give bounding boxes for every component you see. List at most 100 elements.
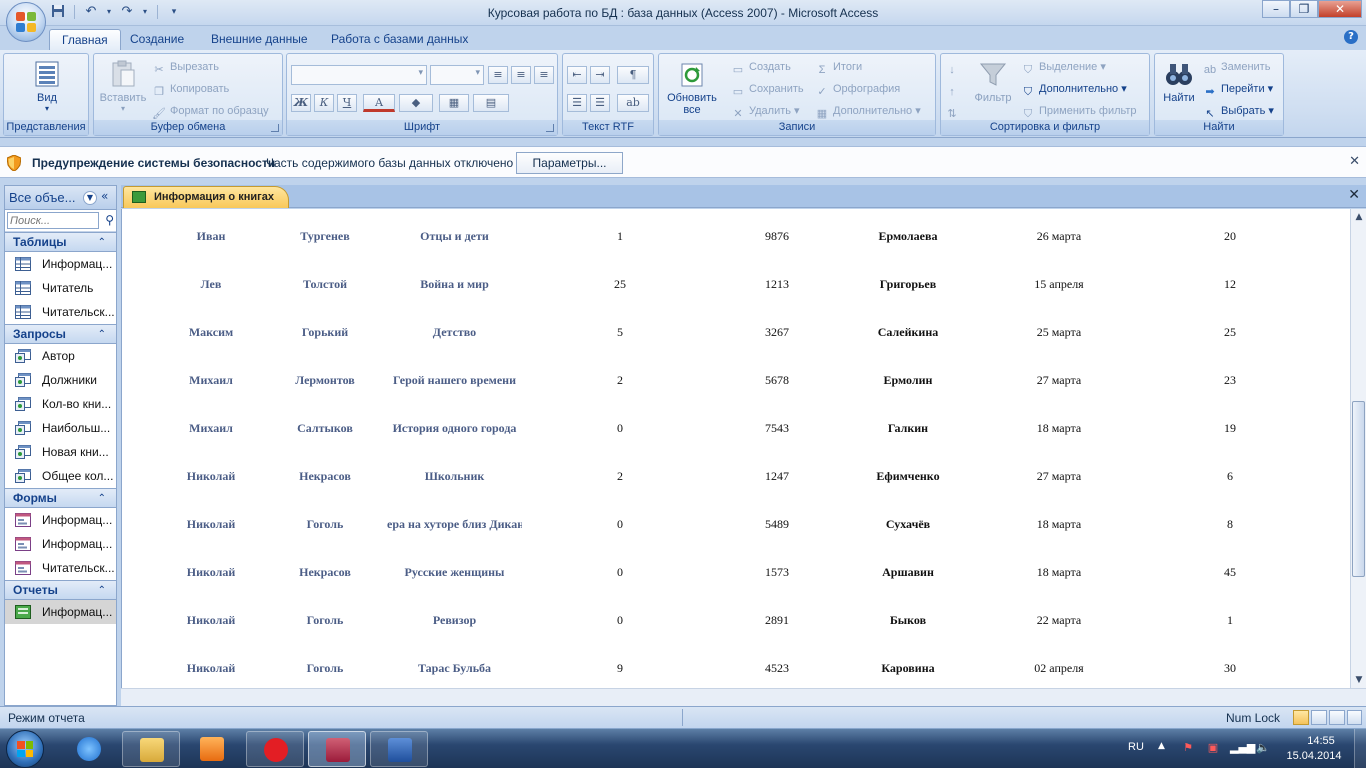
start-button[interactable]	[6, 730, 44, 768]
signal-icon[interactable]: ▂▄▆	[1230, 741, 1255, 755]
records-more-button[interactable]: ▦ Дополнительно ▾	[815, 102, 921, 120]
nav-item-query[interactable]: Кол-во кни...	[5, 392, 116, 416]
nav-section-forms[interactable]: Формы ⌃	[5, 488, 116, 508]
save-record-button[interactable]: ▭ Сохранить	[731, 80, 804, 98]
toggle-filter-button[interactable]: ⛉ Применить фильтр	[1021, 102, 1137, 120]
select-button[interactable]: ↖ Выбрать ▾	[1203, 102, 1274, 120]
advanced-filter-button[interactable]: ⛉ Дополнительно ▾	[1021, 80, 1127, 98]
nav-section-reports[interactable]: Отчеты ⌃	[5, 580, 116, 600]
taskbar-microsoft-word[interactable]	[370, 731, 428, 767]
nav-item-query[interactable]: Автор	[5, 344, 116, 368]
nav-item-query[interactable]: Должники	[5, 368, 116, 392]
nav-item-form[interactable]: Читательск...	[5, 556, 116, 580]
taskbar-yandex-browser[interactable]	[246, 731, 304, 767]
nav-item-query[interactable]: Общее кол...	[5, 464, 116, 488]
design-view-button[interactable]	[1347, 710, 1362, 725]
close-icon[interactable]: ✕	[1349, 154, 1360, 169]
selection-button[interactable]: ⛉ Выделение ▾	[1021, 58, 1106, 76]
dialog-launcher-icon[interactable]	[271, 124, 279, 132]
nav-item-query[interactable]: Наибольш...	[5, 416, 116, 440]
new-record-button[interactable]: ▭ Создать	[731, 58, 791, 76]
font-size-combo[interactable]	[430, 65, 484, 85]
close-button[interactable]: ✕	[1318, 0, 1362, 18]
scrollbar-thumb[interactable]	[1352, 401, 1365, 577]
clock-date[interactable]: 15.04.2014	[1282, 750, 1346, 762]
chevron-down-icon[interactable]: ▼	[83, 191, 97, 205]
vertical-scrollbar[interactable]: ▲ ▼	[1350, 209, 1366, 688]
show-desktop-button[interactable]	[1354, 729, 1366, 768]
view-button[interactable]: Вид ▾	[28, 58, 66, 113]
document-tab-report[interactable]: Информация о книгах	[123, 186, 289, 208]
align-left-button[interactable]: ≡	[488, 66, 508, 84]
cut-button[interactable]: ✂ Вырезать	[152, 58, 219, 76]
nav-item-query[interactable]: Новая кни...	[5, 440, 116, 464]
collapse-pane-icon[interactable]: «	[101, 189, 108, 203]
bullets-button[interactable]: ☰	[590, 94, 610, 112]
underline-button[interactable]: Ч	[337, 94, 357, 112]
taskbar-internet-explorer[interactable]	[60, 731, 118, 767]
align-right-button[interactable]: ≡	[534, 66, 554, 84]
bold-button[interactable]: Ж	[291, 94, 311, 112]
volume-icon[interactable]: 🔈	[1256, 741, 1270, 755]
numbering-button[interactable]: ☰	[567, 94, 587, 112]
find-button[interactable]: Найти	[1159, 58, 1199, 104]
font-name-combo[interactable]	[291, 65, 427, 85]
italic-button[interactable]: К	[314, 94, 334, 112]
help-icon[interactable]: ?	[1344, 30, 1358, 44]
language-indicator[interactable]: RU	[1128, 741, 1144, 753]
goto-button[interactable]: ➡ Перейти ▾	[1203, 80, 1273, 98]
search-icon[interactable]: ⚲	[105, 213, 114, 227]
scroll-down-icon[interactable]: ▼	[1351, 672, 1366, 688]
scroll-up-icon[interactable]: ▲	[1351, 209, 1366, 225]
font-color-button[interactable]: А	[363, 94, 395, 112]
tab-external-data[interactable]: Внешние данные	[199, 29, 320, 50]
tab-database-tools[interactable]: Работа с базами данных	[319, 29, 480, 50]
maximize-button[interactable]: ❐	[1290, 0, 1318, 18]
taskbar-media-player[interactable]	[183, 731, 241, 767]
clear-sort-button[interactable]: ⇅	[945, 102, 963, 120]
alternate-fill-button[interactable]: ▤	[473, 94, 509, 112]
align-center-button[interactable]: ≡	[511, 66, 531, 84]
nav-item-table[interactable]: Читатель	[5, 276, 116, 300]
fill-color-button[interactable]: ◆	[399, 94, 433, 112]
taskbar-file-explorer[interactable]	[122, 731, 180, 767]
sort-ascending-button[interactable]: ↓	[945, 58, 963, 76]
nav-pane-header[interactable]: Все объе... ▼ «	[5, 186, 116, 210]
gridlines-button[interactable]: ▦	[439, 94, 469, 112]
delete-record-button[interactable]: ✕ Удалить ▾	[731, 102, 799, 120]
totals-button[interactable]: Σ Итоги	[815, 58, 863, 76]
paste-button[interactable]: Вставить ▾	[98, 58, 148, 113]
print-preview-button[interactable]	[1311, 710, 1327, 725]
filter-button[interactable]: Фильтр	[971, 58, 1015, 104]
show-hidden-icons-icon[interactable]: ▲	[1158, 741, 1165, 751]
nav-item-form[interactable]: Информац...	[5, 508, 116, 532]
search-input[interactable]	[7, 212, 99, 229]
layout-view-button[interactable]	[1329, 710, 1345, 725]
nav-item-report[interactable]: Информац...	[5, 600, 116, 624]
close-document-icon[interactable]: ✕	[1348, 187, 1360, 203]
refresh-all-button[interactable]: Обновить все	[661, 58, 723, 116]
report-view-button[interactable]	[1293, 710, 1309, 725]
replace-button[interactable]: ab Заменить	[1203, 58, 1271, 76]
taskbar-microsoft-access[interactable]	[308, 731, 366, 767]
dialog-launcher-icon[interactable]	[546, 124, 554, 132]
tab-create[interactable]: Создание	[118, 29, 196, 50]
format-painter-button[interactable]: 🖌 Формат по образцу	[152, 102, 269, 120]
paragraph-direction-button[interactable]: ¶	[617, 66, 649, 84]
nav-item-table[interactable]: Читательск...	[5, 300, 116, 324]
minimize-button[interactable]: –	[1262, 0, 1290, 18]
nav-item-table[interactable]: Информац...	[5, 252, 116, 276]
spelling-button[interactable]: ✓ Орфография	[815, 80, 900, 98]
office-button[interactable]	[6, 2, 46, 42]
highlight-button[interactable]: ab	[617, 94, 649, 112]
decrease-indent-button[interactable]: ⇤	[567, 66, 587, 84]
network-icon[interactable]: ▣	[1206, 741, 1220, 755]
copy-button[interactable]: ❐ Копировать	[152, 80, 229, 98]
increase-indent-button[interactable]: ⇥	[590, 66, 610, 84]
nav-section-queries[interactable]: Запросы ⌃	[5, 324, 116, 344]
security-options-button[interactable]: Параметры...	[516, 152, 623, 174]
sort-descending-button[interactable]: ↑	[945, 80, 963, 98]
nav-item-form[interactable]: Информац...	[5, 532, 116, 556]
clock-time[interactable]: 14:55	[1296, 735, 1346, 747]
nav-section-tables[interactable]: Таблицы ⌃	[5, 232, 116, 252]
